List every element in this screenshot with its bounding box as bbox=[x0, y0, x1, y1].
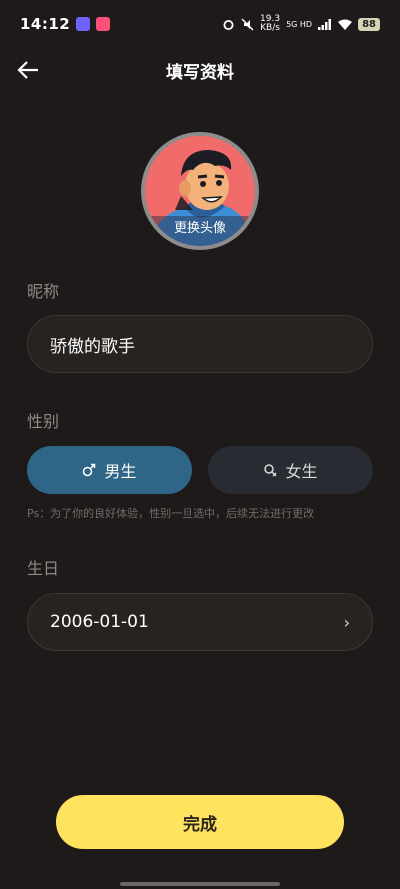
back-button[interactable] bbox=[14, 56, 42, 84]
home-indicator[interactable] bbox=[120, 882, 280, 886]
fill-profile-page: 14:12 19.3 KB/s 5G HD 88 填写资料 更换头像 昵称 骄傲… bbox=[0, 0, 400, 889]
status-time: 14:12 bbox=[20, 15, 71, 33]
page-title: 填写资料 bbox=[166, 62, 234, 83]
signal-icon bbox=[318, 18, 332, 30]
status-bar: 14:12 19.3 KB/s 5G HD 88 bbox=[0, 0, 400, 48]
nickname-input[interactable]: 骄傲的歌手 bbox=[27, 315, 373, 373]
nickname-value: 骄傲的歌手 bbox=[50, 336, 135, 357]
wifi-icon bbox=[338, 19, 353, 30]
avatar-change-button[interactable]: 更换头像 bbox=[141, 132, 259, 250]
status-right: 19.3 KB/s 5G HD 88 bbox=[222, 15, 380, 33]
mute-icon bbox=[241, 18, 254, 30]
nickname-label: 昵称 bbox=[27, 282, 60, 301]
chevron-right-icon: › bbox=[343, 612, 350, 632]
gender-label: 性别 bbox=[27, 412, 60, 431]
male-icon bbox=[83, 463, 96, 477]
birthday-picker[interactable]: 2006-01-01 › bbox=[27, 593, 373, 651]
network-type: 5G HD bbox=[286, 20, 312, 29]
gender-male-button[interactable]: 男生 bbox=[27, 446, 192, 494]
gender-hint: Ps：为了你的良好体验，性别一旦选中，后续无法进行更改 bbox=[27, 507, 315, 520]
birthday-label: 生日 bbox=[27, 559, 60, 578]
app-notification-icon bbox=[76, 17, 91, 31]
done-button-label: 完成 bbox=[183, 814, 217, 835]
battery-indicator: 88 bbox=[358, 17, 380, 31]
network-type-label: 5G HD bbox=[286, 19, 313, 29]
avatar-caption: 更换头像 bbox=[145, 216, 255, 246]
avatar: 更换头像 bbox=[145, 136, 255, 246]
birthday-value: 2006-01-01 bbox=[50, 612, 149, 632]
done-button[interactable]: 完成 bbox=[56, 795, 344, 849]
alarm-icon bbox=[223, 19, 234, 30]
network-speed-unit: KB/s bbox=[260, 23, 280, 33]
back-arrow-icon bbox=[17, 61, 38, 79]
status-left: 14:12 bbox=[20, 15, 111, 33]
gender-male-label: 男生 bbox=[104, 462, 137, 481]
gender-female-button[interactable]: 女生 bbox=[208, 446, 373, 494]
network-speed: 19.3 KB/s bbox=[260, 15, 280, 33]
female-icon bbox=[264, 464, 278, 477]
app-notification-icon bbox=[96, 17, 111, 31]
gender-female-label: 女生 bbox=[285, 462, 318, 481]
page-header: 填写资料 bbox=[0, 48, 400, 92]
